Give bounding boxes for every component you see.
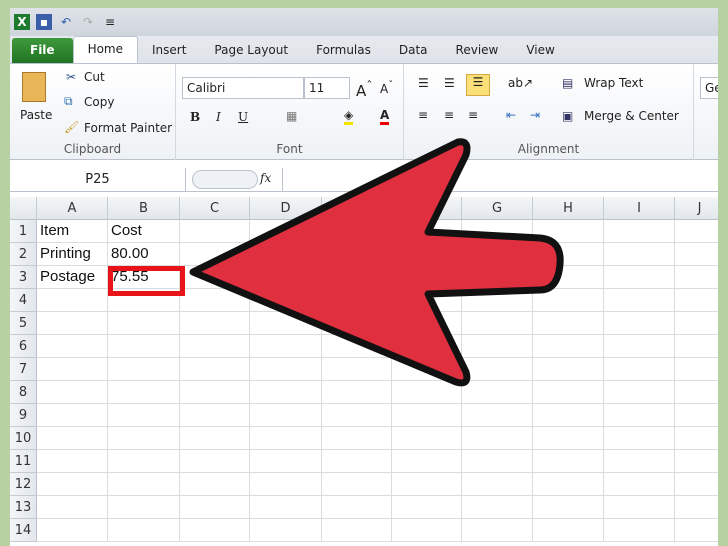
arrow-shape [189, 138, 564, 387]
red-arrow-annotation [189, 138, 564, 387]
